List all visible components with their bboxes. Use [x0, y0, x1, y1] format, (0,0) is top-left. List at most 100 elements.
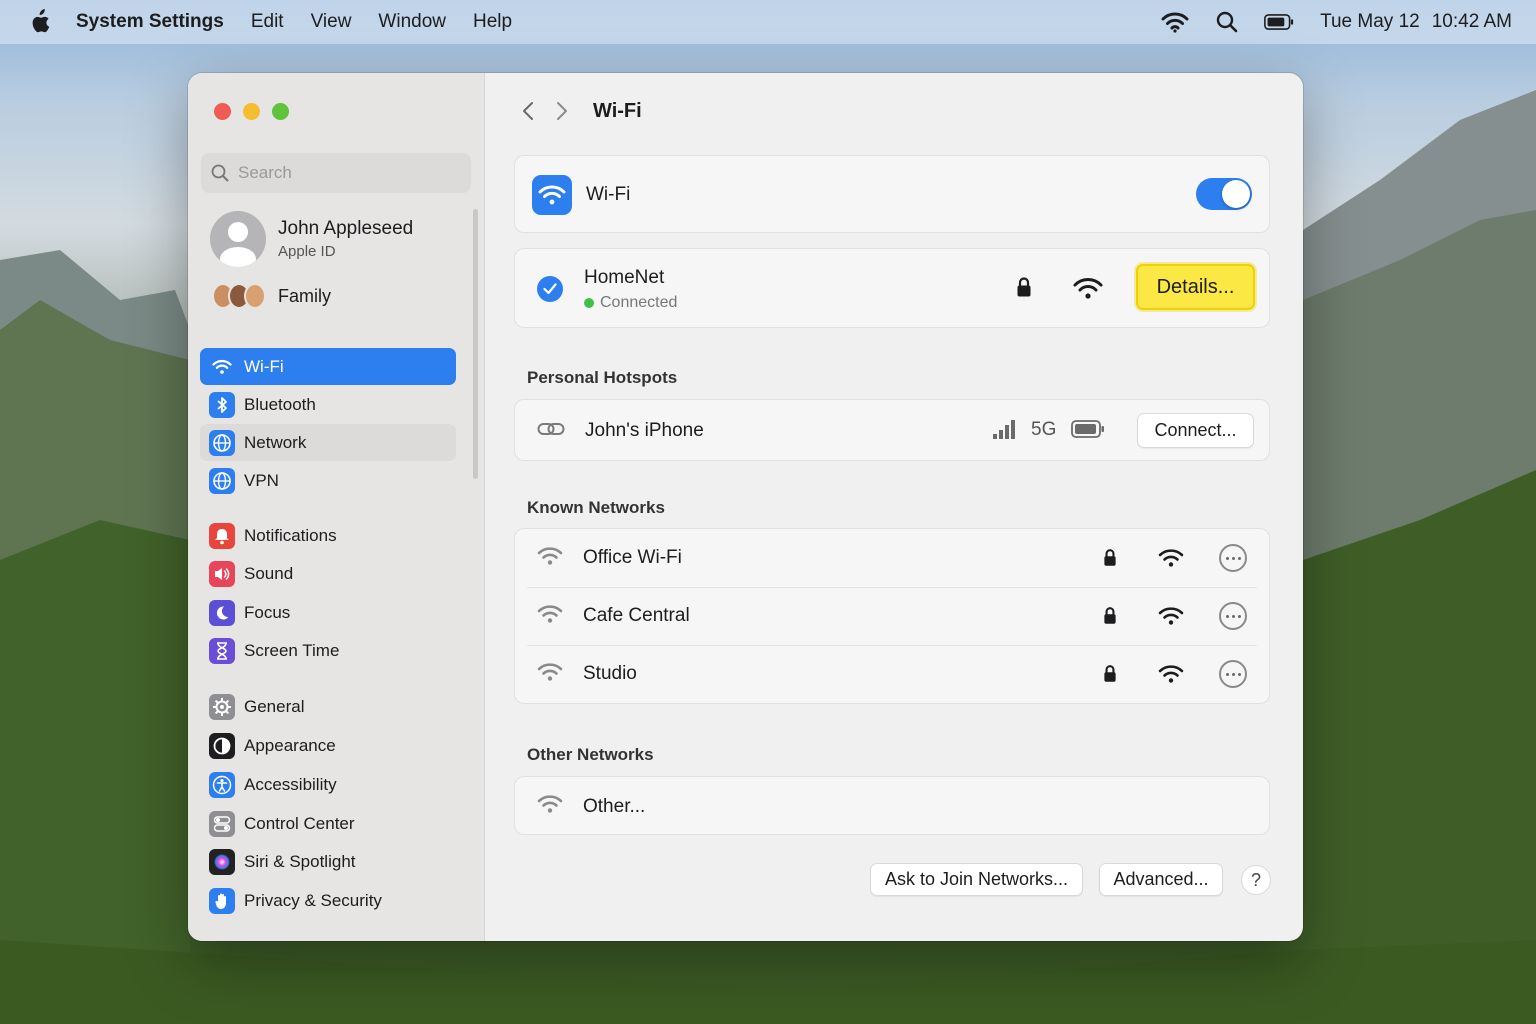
spotlight-search-icon[interactable] [1212, 8, 1242, 36]
sidebar-item-focus[interactable]: Focus [200, 594, 456, 631]
search-icon [211, 164, 229, 182]
wifi-icon [537, 546, 563, 571]
menubar-date[interactable]: Tue May 12 [1320, 11, 1420, 33]
sidebar-item-accessibility[interactable]: Accessibility [200, 766, 456, 803]
sidebar-item-network[interactable]: Network [200, 424, 456, 461]
hotspots-card: John's iPhone 5G Connect... [514, 399, 1270, 461]
edit-menu[interactable]: Edit [251, 11, 284, 33]
profile-subtitle: Apple ID [278, 243, 336, 260]
more-options-button[interactable] [1219, 544, 1247, 572]
cellular-signal-icon [992, 419, 1018, 446]
app-menu[interactable]: System Settings [76, 11, 224, 33]
hourglass-icon [209, 637, 235, 664]
hotspot-name: John's iPhone [585, 420, 704, 441]
link-icon [537, 421, 565, 442]
details-button[interactable]: Details... [1136, 264, 1255, 310]
wifi-status-icon[interactable] [1160, 8, 1190, 36]
current-network-card: HomeNet Connected Details... [514, 248, 1270, 328]
connection-status: Connected [600, 293, 678, 311]
wifi-icon [537, 662, 563, 687]
hotspot-battery-icon [1071, 420, 1105, 443]
sidebar-item-control-center[interactable]: Control Center [200, 805, 456, 842]
wifi-signal-icon [1158, 664, 1184, 689]
connected-dot-icon [584, 297, 594, 308]
wifi-signal-icon [1073, 276, 1103, 305]
sidebar-item-label: Focus [244, 602, 291, 622]
chevron-left-icon [523, 102, 533, 120]
more-options-button[interactable] [1219, 602, 1247, 630]
more-options-button[interactable] [1219, 660, 1247, 688]
close-window-button[interactable] [214, 103, 231, 120]
sidebar-item-sound[interactable]: Sound [200, 555, 456, 592]
accessibility-icon [209, 771, 235, 798]
menu-bar: System Settings Edit View Window Help Tu… [0, 0, 1536, 44]
current-network-name: HomeNet [584, 266, 665, 288]
help-button[interactable]: ? [1241, 865, 1271, 895]
sidebar-item-label: General [244, 696, 305, 716]
avatar [210, 211, 266, 267]
toggles-icon [209, 810, 235, 837]
sidebar-item-bluetooth[interactable]: Bluetooth [200, 386, 456, 423]
lock-icon [1103, 606, 1117, 630]
family-label: Family [278, 285, 331, 306]
list-item[interactable]: Studio [515, 645, 1269, 703]
ask-to-join-networks-button[interactable]: Ask to Join Networks... [870, 863, 1083, 896]
sidebar-item-general[interactable]: General [200, 688, 456, 725]
menubar-time[interactable]: 10:42 AM [1432, 11, 1512, 33]
sidebar-item-label: VPN [244, 470, 279, 490]
sidebar-item-privacy-security[interactable]: Privacy & Security [200, 882, 456, 919]
window-menu[interactable]: Window [378, 11, 446, 33]
wifi-signal-icon [1158, 606, 1184, 631]
bluetooth-icon [209, 391, 235, 418]
help-menu[interactable]: Help [473, 11, 512, 33]
battery-icon[interactable] [1264, 8, 1294, 36]
wifi-icon [537, 794, 563, 819]
advanced-button[interactable]: Advanced... [1099, 863, 1223, 896]
window-controls [214, 103, 301, 120]
apple-id-profile[interactable]: John Appleseed Apple ID [210, 211, 413, 267]
sidebar-item-label: Appearance [244, 735, 336, 755]
other-networks-heading: Other Networks [527, 745, 654, 764]
other-network-label: Other... [583, 795, 646, 817]
sidebar-item-notifications[interactable]: Notifications [200, 517, 456, 554]
other-network-item[interactable]: Other... [515, 777, 1269, 836]
list-item[interactable]: Cafe Central [515, 587, 1269, 645]
hotspot-network-type: 5G [1031, 419, 1057, 440]
sidebar-item-wifi[interactable]: Wi-Fi [200, 348, 456, 385]
known-networks-card: Office Wi-Fi Cafe Central Studio [514, 528, 1270, 704]
forward-button[interactable] [549, 97, 575, 125]
sidebar-item-appearance[interactable]: Appearance [200, 727, 456, 764]
speaker-icon [209, 560, 235, 587]
back-button[interactable] [515, 97, 541, 125]
sidebar-item-label: Sound [244, 563, 294, 583]
minimize-window-button[interactable] [243, 103, 260, 120]
page-title: Wi-Fi [593, 99, 642, 122]
sidebar-scrollbar[interactable] [473, 209, 478, 479]
search-placeholder: Search [238, 163, 292, 182]
zoom-window-button[interactable] [272, 103, 289, 120]
sidebar-item-label: Bluetooth [244, 394, 316, 414]
known-network-name: Office Wi-Fi [583, 547, 682, 568]
sidebar-item-label: Notifications [244, 525, 337, 545]
connect-hotspot-button[interactable]: Connect... [1137, 413, 1254, 448]
hotspots-heading: Personal Hotspots [527, 368, 678, 387]
sidebar-item-siri-spotlight[interactable]: Siri & Spotlight [200, 843, 456, 880]
known-networks-heading: Known Networks [527, 498, 665, 517]
sidebar-item-label: Screen Time [244, 640, 340, 660]
view-menu[interactable]: View [311, 11, 352, 33]
family-avatars-icon [212, 283, 268, 309]
wifi-toggle[interactable] [1196, 178, 1252, 210]
apple-menu-icon[interactable] [24, 7, 54, 37]
sidebar-search-field[interactable]: Search [201, 153, 471, 193]
toolbar: Wi-Fi [515, 97, 642, 125]
hand-icon [209, 887, 235, 914]
list-item[interactable]: Office Wi-Fi [515, 529, 1269, 587]
siri-icon [209, 848, 235, 875]
family-item[interactable]: Family [212, 283, 331, 309]
sidebar-item-screen-time[interactable]: Screen Time [200, 632, 456, 669]
known-network-name: Cafe Central [583, 605, 690, 626]
wifi-toggle-label: Wi-Fi [586, 184, 631, 205]
sidebar-item-label: Privacy & Security [244, 890, 382, 910]
sidebar-item-vpn[interactable]: VPN [200, 462, 456, 499]
wifi-app-icon [532, 175, 572, 215]
